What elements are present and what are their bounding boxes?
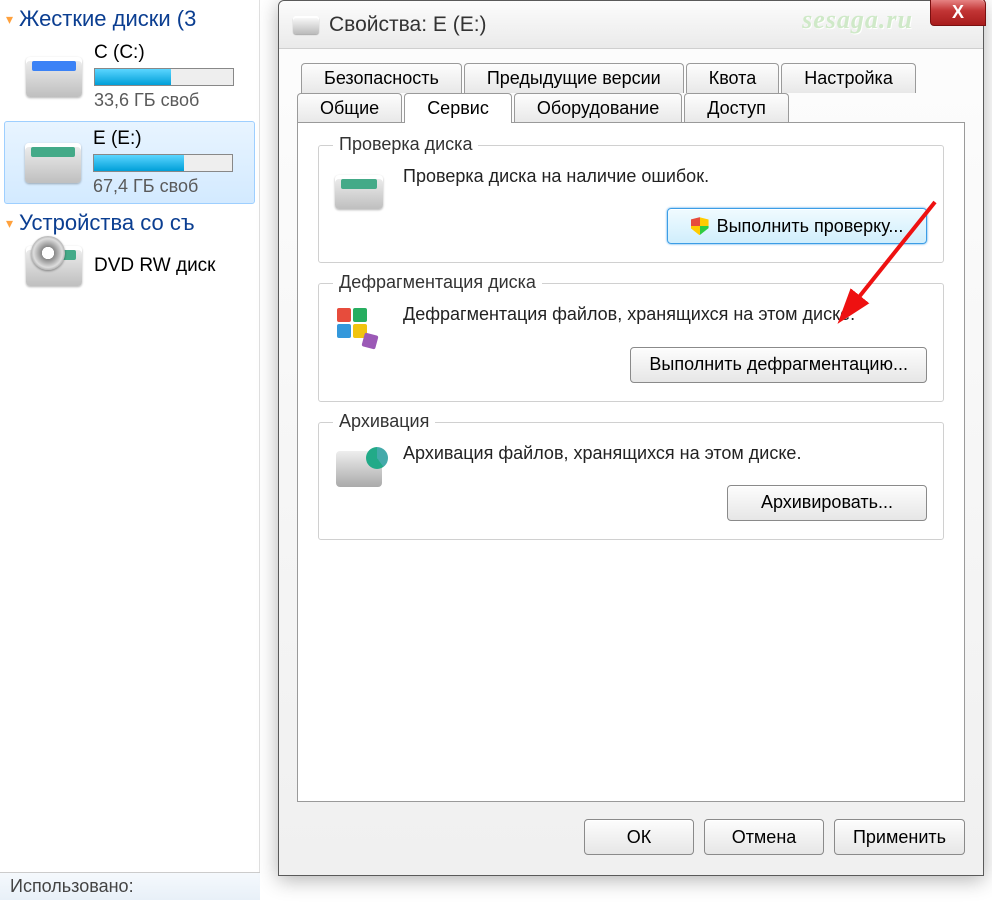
usage-bar [94,68,234,86]
drive-name: C (C:) [94,42,234,64]
ok-button[interactable]: ОК [584,819,694,855]
group-check-disk: Проверка диска Проверка диска на наличие… [318,145,944,263]
drive-free: 67,4 ГБ своб [93,176,233,197]
button-label: Архивировать... [761,492,893,513]
group-description: Дефрагментация файлов, хранящихся на это… [403,302,927,326]
titlebar[interactable]: Свойства: E (E:) sesaga.ru X [279,1,983,49]
dialog-button-row: ОК Отмена Применить [279,819,983,875]
apply-button[interactable]: Применить [834,819,965,855]
tab-security[interactable]: Безопасность [301,63,462,93]
chevron-down-icon: ▾ [6,11,13,28]
status-used-label: Использовано: [10,876,134,896]
button-label: Выполнить проверку... [717,216,904,237]
tab-tools[interactable]: Сервис [404,93,512,123]
defrag-now-button[interactable]: Выполнить дефрагментацию... [630,347,927,383]
tab-quota[interactable]: Квота [686,63,780,93]
status-bar: Использовано: [0,872,260,900]
button-label: Применить [853,827,946,848]
category-label: Устройства со съ [19,210,195,236]
cancel-button[interactable]: Отмена [704,819,824,855]
close-icon: X [952,2,964,23]
category-hard-drives[interactable]: ▾ Жесткие диски (3 [0,0,259,38]
drive-e[interactable]: E (E:) 67,4 ГБ своб [4,121,255,204]
explorer-panel: ▾ Жесткие диски (3 C (C:) 33,6 ГБ своб E… [0,0,260,900]
category-label: Жесткие диски (3 [19,6,196,32]
hard-drive-icon [26,57,82,97]
button-label: Отмена [732,827,797,848]
category-removable[interactable]: ▾ Устройства со съ [0,204,259,242]
usage-bar [93,154,233,172]
dvd-drive-icon [26,246,82,286]
tab-container: Безопасность Предыдущие версии Квота Нас… [297,63,965,803]
drive-dvd[interactable]: DVD RW диск [0,242,259,296]
tab-panel-tools: Проверка диска Проверка диска на наличие… [297,122,965,802]
drive-name: DVD RW диск [94,255,216,277]
group-description: Проверка диска на наличие ошибок. [403,164,927,188]
dialog-title: Свойства: E (E:) [329,13,487,37]
group-legend: Архивация [333,411,435,432]
drive-free: 33,6 ГБ своб [94,90,234,111]
tab-sharing[interactable]: Доступ [684,93,789,123]
tab-hardware[interactable]: Оборудование [514,93,682,123]
watermark-text: sesaga.ru [802,5,913,35]
button-label: Выполнить дефрагментацию... [649,354,908,375]
defrag-icon [331,306,387,354]
group-defrag: Дефрагментация диска Дефрагментация файл… [318,283,944,401]
shield-icon [691,217,709,235]
properties-dialog: Свойства: E (E:) sesaga.ru X Безопасност… [278,0,984,876]
group-legend: Проверка диска [333,134,478,155]
backup-icon [331,445,387,493]
hard-drive-icon [293,16,319,34]
tab-customize[interactable]: Настройка [781,63,916,93]
hard-drive-icon [25,143,81,183]
drive-c[interactable]: C (C:) 33,6 ГБ своб [0,38,259,121]
check-disk-icon [331,168,387,216]
check-now-button[interactable]: Выполнить проверку... [667,208,927,244]
backup-now-button[interactable]: Архивировать... [727,485,927,521]
tab-general[interactable]: Общие [297,93,402,123]
tab-previous-versions[interactable]: Предыдущие версии [464,63,684,93]
group-legend: Дефрагментация диска [333,272,542,293]
group-description: Архивация файлов, хранящихся на этом дис… [403,441,927,465]
drive-name: E (E:) [93,128,233,150]
chevron-down-icon: ▾ [6,215,13,232]
group-backup: Архивация Архивация файлов, хранящихся н… [318,422,944,540]
close-button[interactable]: X [930,0,986,26]
button-label: ОК [627,827,652,848]
